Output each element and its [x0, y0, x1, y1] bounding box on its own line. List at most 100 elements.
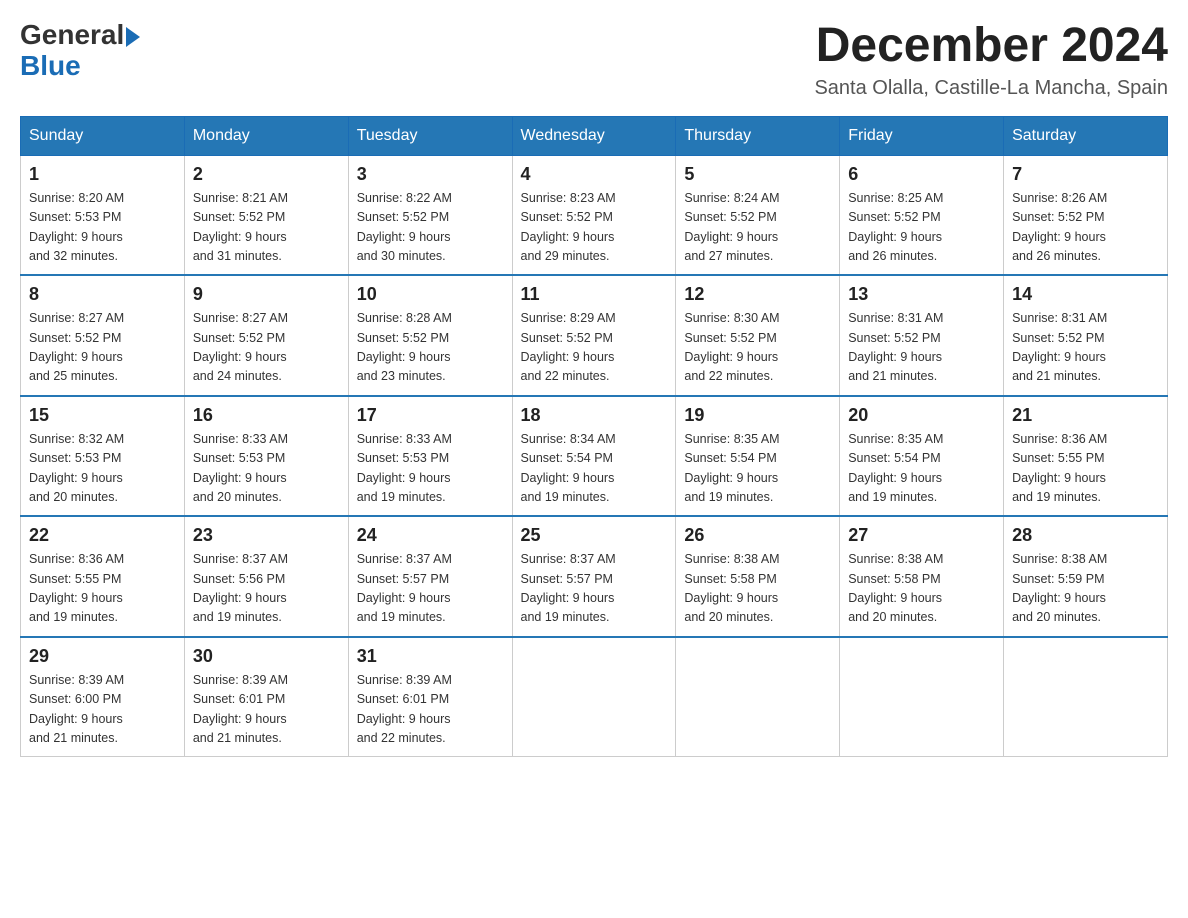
day-info: Sunrise: 8:35 AMSunset: 5:54 PMDaylight:…	[848, 430, 995, 508]
calendar-cell: 3Sunrise: 8:22 AMSunset: 5:52 PMDaylight…	[348, 155, 512, 275]
day-info: Sunrise: 8:38 AMSunset: 5:58 PMDaylight:…	[848, 550, 995, 628]
day-info: Sunrise: 8:39 AMSunset: 6:01 PMDaylight:…	[193, 671, 340, 749]
day-info: Sunrise: 8:37 AMSunset: 5:56 PMDaylight:…	[193, 550, 340, 628]
day-number: 5	[684, 164, 831, 185]
day-number: 18	[521, 405, 668, 426]
calendar-cell: 4 Sunrise: 8:23 AMSunset: 5:52 PMDaylight…	[512, 155, 676, 275]
calendar-cell: 20 Sunrise: 8:35 AMSunset: 5:54 PMDayligh…	[840, 396, 1004, 517]
calendar-cell: 14Sunrise: 8:31 AMSunset: 5:52 PMDayligh…	[1004, 275, 1168, 396]
month-title: December 2024	[814, 20, 1168, 73]
day-info: Sunrise: 8:20 AMSunset: 5:53 PMDaylight:…	[29, 189, 176, 267]
day-number: 4	[521, 164, 668, 185]
day-info: Sunrise: 8:39 AMSunset: 6:01 PMDaylight:…	[357, 671, 504, 749]
day-info: Sunrise: 8:30 AMSunset: 5:52 PMDaylight:…	[684, 309, 831, 387]
day-info: Sunrise: 8:29 AMSunset: 5:52 PMDaylight:…	[521, 309, 668, 387]
day-number: 13	[848, 284, 995, 305]
calendar-cell: 15 Sunrise: 8:32 AMSunset: 5:53 PMDayligh…	[21, 396, 185, 517]
day-info: Sunrise: 8:32 AMSunset: 5:53 PMDaylight:…	[29, 430, 176, 508]
day-number: 10	[357, 284, 504, 305]
day-number: 15	[29, 405, 176, 426]
day-number: 2	[193, 164, 340, 185]
day-info: Sunrise: 8:21 AMSunset: 5:52 PMDaylight:…	[193, 189, 340, 267]
day-info: Sunrise: 8:36 AMSunset: 5:55 PMDaylight:…	[29, 550, 176, 628]
calendar-cell: 25 Sunrise: 8:37 AMSunset: 5:57 PMDayligh…	[512, 516, 676, 637]
calendar-cell: 22 Sunrise: 8:36 AMSunset: 5:55 PMDayligh…	[21, 516, 185, 637]
page-header: General Blue December 2024 Santa Olalla,…	[20, 20, 1168, 100]
day-info: Sunrise: 8:31 AMSunset: 5:52 PMDaylight:…	[848, 309, 995, 387]
weekday-header-saturday: Saturday	[1004, 116, 1168, 155]
logo-general-text: General	[20, 20, 124, 51]
day-number: 22	[29, 525, 176, 546]
day-number: 20	[848, 405, 995, 426]
calendar-cell: 9Sunrise: 8:27 AMSunset: 5:52 PMDaylight…	[184, 275, 348, 396]
day-info: Sunrise: 8:37 AMSunset: 5:57 PMDaylight:…	[521, 550, 668, 628]
day-number: 6	[848, 164, 995, 185]
day-number: 30	[193, 646, 340, 667]
day-number: 24	[357, 525, 504, 546]
calendar-week-row: 1Sunrise: 8:20 AMSunset: 5:53 PMDaylight…	[21, 155, 1168, 275]
calendar-cell	[840, 637, 1004, 757]
day-number: 26	[684, 525, 831, 546]
day-info: Sunrise: 8:33 AMSunset: 5:53 PMDaylight:…	[357, 430, 504, 508]
day-info: Sunrise: 8:24 AMSunset: 5:52 PMDaylight:…	[684, 189, 831, 267]
calendar-cell: 1Sunrise: 8:20 AMSunset: 5:53 PMDaylight…	[21, 155, 185, 275]
weekday-header-thursday: Thursday	[676, 116, 840, 155]
logo-blue-text: Blue	[20, 51, 140, 82]
day-info: Sunrise: 8:37 AMSunset: 5:57 PMDaylight:…	[357, 550, 504, 628]
day-number: 8	[29, 284, 176, 305]
day-info: Sunrise: 8:33 AMSunset: 5:53 PMDaylight:…	[193, 430, 340, 508]
location-subtitle: Santa Olalla, Castille-La Mancha, Spain	[814, 77, 1168, 100]
calendar-cell	[1004, 637, 1168, 757]
weekday-header-sunday: Sunday	[21, 116, 185, 155]
day-number: 19	[684, 405, 831, 426]
day-info: Sunrise: 8:27 AMSunset: 5:52 PMDaylight:…	[29, 309, 176, 387]
day-info: Sunrise: 8:36 AMSunset: 5:55 PMDaylight:…	[1012, 430, 1159, 508]
calendar-cell: 2 Sunrise: 8:21 AMSunset: 5:52 PMDaylight…	[184, 155, 348, 275]
calendar-cell: 19 Sunrise: 8:35 AMSunset: 5:54 PMDayligh…	[676, 396, 840, 517]
day-info: Sunrise: 8:35 AMSunset: 5:54 PMDaylight:…	[684, 430, 831, 508]
calendar-cell	[676, 637, 840, 757]
calendar-cell: 31 Sunrise: 8:39 AMSunset: 6:01 PMDayligh…	[348, 637, 512, 757]
day-number: 31	[357, 646, 504, 667]
weekday-header-row: SundayMondayTuesdayWednesdayThursdayFrid…	[21, 116, 1168, 155]
calendar-cell	[512, 637, 676, 757]
calendar-week-row: 22 Sunrise: 8:36 AMSunset: 5:55 PMDayligh…	[21, 516, 1168, 637]
day-number: 7	[1012, 164, 1159, 185]
calendar-cell: 28Sunrise: 8:38 AMSunset: 5:59 PMDayligh…	[1004, 516, 1168, 637]
day-number: 9	[193, 284, 340, 305]
day-number: 28	[1012, 525, 1159, 546]
day-info: Sunrise: 8:31 AMSunset: 5:52 PMDaylight:…	[1012, 309, 1159, 387]
calendar-cell: 7 Sunrise: 8:26 AMSunset: 5:52 PMDaylight…	[1004, 155, 1168, 275]
day-info: Sunrise: 8:26 AMSunset: 5:52 PMDaylight:…	[1012, 189, 1159, 267]
day-number: 3	[357, 164, 504, 185]
day-number: 16	[193, 405, 340, 426]
logo-arrow-icon	[126, 27, 140, 47]
day-info: Sunrise: 8:38 AMSunset: 5:58 PMDaylight:…	[684, 550, 831, 628]
calendar-week-row: 8 Sunrise: 8:27 AMSunset: 5:52 PMDaylight…	[21, 275, 1168, 396]
calendar-cell: 27Sunrise: 8:38 AMSunset: 5:58 PMDayligh…	[840, 516, 1004, 637]
logo: General Blue	[20, 20, 140, 82]
calendar-week-row: 15 Sunrise: 8:32 AMSunset: 5:53 PMDayligh…	[21, 396, 1168, 517]
day-info: Sunrise: 8:25 AMSunset: 5:52 PMDaylight:…	[848, 189, 995, 267]
weekday-header-tuesday: Tuesday	[348, 116, 512, 155]
day-number: 25	[521, 525, 668, 546]
day-number: 12	[684, 284, 831, 305]
calendar-cell: 24 Sunrise: 8:37 AMSunset: 5:57 PMDayligh…	[348, 516, 512, 637]
weekday-header-wednesday: Wednesday	[512, 116, 676, 155]
title-section: December 2024 Santa Olalla, Castille-La …	[814, 20, 1168, 100]
day-number: 11	[521, 284, 668, 305]
calendar-cell: 8 Sunrise: 8:27 AMSunset: 5:52 PMDaylight…	[21, 275, 185, 396]
day-number: 23	[193, 525, 340, 546]
day-info: Sunrise: 8:23 AMSunset: 5:52 PMDaylight:…	[521, 189, 668, 267]
day-info: Sunrise: 8:34 AMSunset: 5:54 PMDaylight:…	[521, 430, 668, 508]
weekday-header-friday: Friday	[840, 116, 1004, 155]
calendar-cell: 5 Sunrise: 8:24 AMSunset: 5:52 PMDaylight…	[676, 155, 840, 275]
calendar-cell: 17 Sunrise: 8:33 AMSunset: 5:53 PMDayligh…	[348, 396, 512, 517]
calendar-cell: 10Sunrise: 8:28 AMSunset: 5:52 PMDayligh…	[348, 275, 512, 396]
day-number: 17	[357, 405, 504, 426]
calendar-cell: 30 Sunrise: 8:39 AMSunset: 6:01 PMDayligh…	[184, 637, 348, 757]
calendar-table: SundayMondayTuesdayWednesdayThursdayFrid…	[20, 116, 1168, 758]
day-number: 29	[29, 646, 176, 667]
day-number: 21	[1012, 405, 1159, 426]
calendar-cell: 11 Sunrise: 8:29 AMSunset: 5:52 PMDayligh…	[512, 275, 676, 396]
